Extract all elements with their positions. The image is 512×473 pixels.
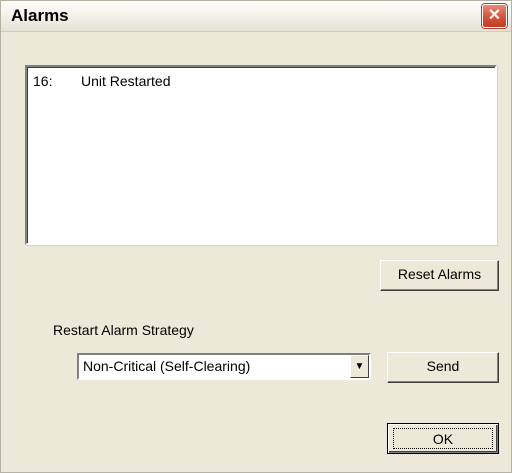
alarm-text: Unit Restarted xyxy=(81,73,171,89)
alarms-dialog: Alarms ✕ 16: Unit Restarted Reset Alarms … xyxy=(0,0,512,473)
alarm-list[interactable]: 16: Unit Restarted xyxy=(25,65,497,245)
reset-alarms-button[interactable]: Reset Alarms xyxy=(380,260,499,291)
close-icon: ✕ xyxy=(487,7,502,24)
select-value: Non-Critical (Self-Clearing) xyxy=(83,358,251,374)
ok-button[interactable]: OK xyxy=(387,423,499,454)
window-title: Alarms xyxy=(11,6,69,25)
send-button[interactable]: Send xyxy=(387,352,499,383)
dropdown-button[interactable]: ▼ xyxy=(350,355,369,378)
chevron-down-icon: ▼ xyxy=(354,361,365,372)
alarm-number: 16: xyxy=(33,73,53,89)
ok-button-label: OK xyxy=(393,428,493,449)
list-item[interactable]: 16: Unit Restarted xyxy=(33,73,170,89)
title-bar[interactable]: Alarms ✕ xyxy=(1,1,511,32)
close-button[interactable]: ✕ xyxy=(482,4,507,28)
restart-alarm-strategy-select[interactable]: Non-Critical (Self-Clearing) ▼ xyxy=(77,353,371,380)
restart-alarm-strategy-label: Restart Alarm Strategy xyxy=(53,322,194,338)
